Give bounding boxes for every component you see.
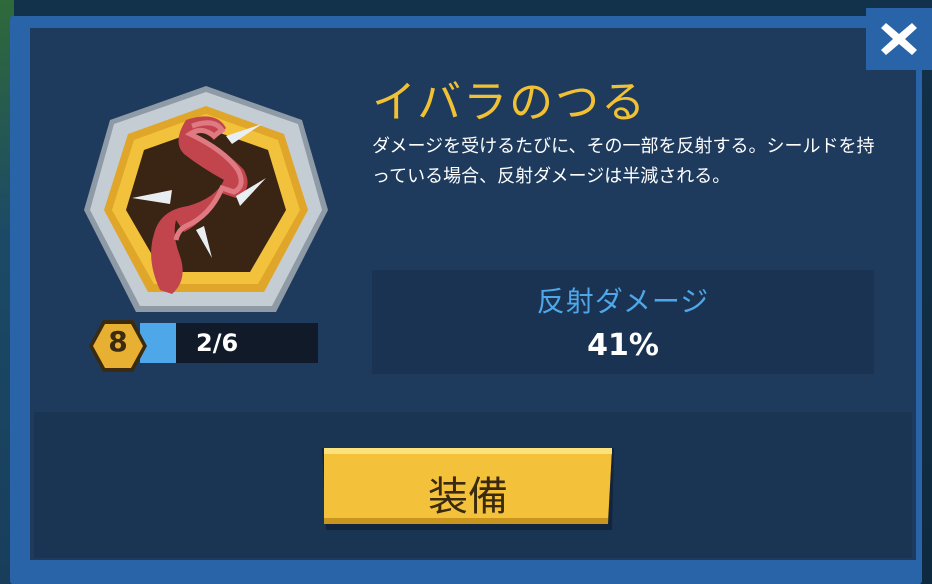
stat-value: 41%	[587, 328, 659, 363]
level-number: 8	[108, 325, 128, 358]
stat-label: 反射ダメージ	[536, 285, 710, 318]
stat-box: 反射ダメージ 41%	[372, 270, 874, 374]
item-description: ダメージを受けるたびに、その一部を反射する。シールドを持っている場合、反射ダメー…	[372, 136, 875, 187]
item-badge	[76, 80, 336, 330]
close-button[interactable]	[866, 8, 932, 70]
item-title: イバラのつる	[372, 77, 648, 128]
equip-button[interactable]: 装備	[322, 448, 614, 530]
thorn-vine-icon	[84, 86, 328, 312]
equip-button-label: 装備	[428, 474, 508, 520]
close-icon	[881, 23, 917, 55]
level-progress-text: 2/6	[196, 329, 239, 357]
